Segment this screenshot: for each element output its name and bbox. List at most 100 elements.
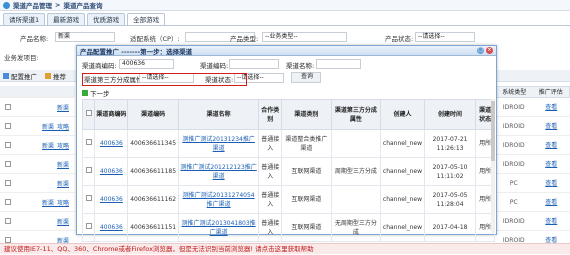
row-checkbox[interactable]: [86, 139, 92, 145]
os-cell: IDROID: [495, 155, 533, 173]
row-link[interactable]: 新渠_攻略: [42, 122, 69, 131]
table-row[interactable]: 400636 400636611345 测推广测试20131234推广渠道 普通…: [83, 130, 495, 158]
creator: channel_new: [381, 130, 425, 158]
row-checkbox[interactable]: [86, 195, 92, 201]
created-time: 2017-05-0511:28:04: [424, 186, 476, 214]
view-link[interactable]: 查看: [533, 193, 570, 211]
row-checkbox[interactable]: [5, 180, 11, 186]
breadcrumb-1[interactable]: 渠道产品管理: [13, 0, 52, 10]
channel-name-link[interactable]: 测推广测试20131234推广渠道: [182, 136, 255, 152]
left-header: [0, 86, 75, 98]
os-label: 适配系统（CP）:: [130, 33, 180, 43]
row-checkbox[interactable]: [86, 167, 92, 173]
table-row[interactable]: 新渠: [0, 174, 75, 193]
table-row: IDROID查看: [495, 155, 570, 174]
product-type-select[interactable]: --业务类型--: [262, 32, 347, 42]
table-row[interactable]: 400636 400636611162 测推广测试20131274054推广渠道…: [83, 186, 495, 214]
tab-4[interactable]: 全部游戏: [127, 13, 165, 25]
row-link[interactable]: 新渠_攻略: [42, 141, 69, 150]
channel-type: 互联网渠道: [282, 186, 332, 214]
channel-id-input[interactable]: 400636: [119, 59, 174, 69]
channel-name-label: 渠道名称:: [286, 60, 314, 70]
tab-2[interactable]: 最新游戏: [47, 13, 85, 25]
channel-id-link[interactable]: 400636: [100, 224, 123, 231]
row-link[interactable]: 新渠: [57, 103, 69, 112]
channel-code: 400636611151: [128, 214, 178, 242]
third-attr: 周期型三方分成: [331, 158, 381, 186]
main-table-right: 系统类型 推广评估 IDROID查看 IDROID查看 IDROID查看 IDR…: [495, 86, 570, 250]
view-link[interactable]: 查看: [533, 155, 570, 173]
creator: channel_new: [381, 186, 425, 214]
home-icon[interactable]: [3, 2, 10, 9]
channel-name-link[interactable]: 测推广测试201304180​3推广渠道: [182, 220, 256, 236]
query-button[interactable]: 查询: [291, 72, 321, 83]
table-row[interactable]: 400636 400636611151 测推广测试201304180​3推广渠道…: [83, 214, 495, 242]
view-link[interactable]: 查看: [533, 136, 570, 154]
product-status-select[interactable]: --请选择--: [415, 32, 475, 42]
channel-name-link[interactable]: 测推广测试20131274054推广渠道: [183, 192, 255, 208]
coop-type: 普通接入: [259, 214, 282, 242]
created-time: 2017-05-1011:11:02: [424, 158, 476, 186]
config-button[interactable]: 配置推广: [3, 71, 37, 81]
table-row[interactable]: 400636 400636611185 测推广测试201212123推广渠道 普…: [83, 158, 495, 186]
channel-id-link[interactable]: 400636: [100, 168, 123, 175]
os-cell: IDROID: [495, 212, 533, 230]
view-link[interactable]: 查看: [533, 174, 570, 192]
vertical-scrollbar[interactable]: [491, 99, 495, 233]
filter-bar: 产品名称: 新渠 适配系统（CP）: 产品类型: --业务类型-- 产品状态: …: [0, 30, 570, 46]
col-header: 合作类别: [259, 100, 282, 130]
row-link[interactable]: 新渠: [57, 179, 69, 188]
browser-warning: 建议使用IE7-11、QQ、360、Chrome或者Firefox浏览器，但是无…: [0, 243, 570, 254]
channel-id-label: 渠道商编码:: [82, 60, 117, 70]
table-row: IDROID查看: [495, 98, 570, 117]
row-link[interactable]: 新渠: [57, 217, 69, 226]
row-checkbox[interactable]: [5, 218, 11, 224]
row-checkbox[interactable]: [5, 123, 11, 129]
row-checkbox[interactable]: [86, 223, 92, 229]
table-row[interactable]: 新渠_攻略: [0, 117, 75, 136]
select-all-checkbox[interactable]: [86, 110, 92, 116]
row-checkbox[interactable]: [5, 142, 11, 148]
view-link[interactable]: 查看: [533, 98, 570, 116]
product-name-label: 产品名称:: [20, 33, 48, 43]
table-row[interactable]: 新渠: [0, 98, 75, 117]
tab-1[interactable]: 请所渠道1: [3, 13, 45, 25]
next-step-button[interactable]: 下一步: [82, 88, 110, 97]
product-status-label: 产品状态:: [385, 33, 413, 43]
close-icon[interactable]: ×: [486, 47, 493, 54]
channel-code: 400636611345: [128, 130, 178, 158]
channel-id-link[interactable]: 400636: [100, 140, 123, 147]
channel-name-input[interactable]: [316, 59, 361, 69]
view-link[interactable]: 查看: [533, 212, 570, 230]
promote-button[interactable]: 推荐: [45, 71, 66, 81]
os-cell: IDROID: [495, 136, 533, 154]
channel-id-link[interactable]: 400636: [100, 196, 123, 203]
view-link[interactable]: 查看: [533, 117, 570, 135]
maximize-icon[interactable]: □: [477, 47, 484, 54]
tab-3[interactable]: 优质游戏: [87, 13, 125, 25]
table-row[interactable]: 新渠_攻略: [0, 193, 75, 212]
third-attr: [331, 186, 381, 214]
biz-project-label: 业务发项目:: [4, 52, 39, 62]
third-attr: 无周期型三方分成: [331, 214, 381, 242]
table-row[interactable]: 新渠: [0, 155, 75, 174]
table-row[interactable]: 新渠: [0, 212, 75, 231]
row-link[interactable]: 新渠: [57, 160, 69, 169]
row-link[interactable]: 新渠_攻略: [42, 198, 69, 207]
coop-type: 普通接入: [259, 158, 282, 186]
col-header: 渠道第三方分成属性: [331, 100, 381, 130]
product-name-input[interactable]: 新渠: [55, 32, 115, 42]
channel-name-link[interactable]: 测推广测试201212123推广渠道: [180, 164, 256, 180]
row-checkbox[interactable]: [5, 161, 11, 167]
scroll-thumb[interactable]: [491, 101, 495, 161]
right-header: 系统类型 推广评估: [495, 86, 570, 98]
channel-table: 渠道商编码 渠道编码 渠道名称 合作类别 渠道类别 渠道第三方分成属性 创建人 …: [82, 99, 495, 242]
promote-icon: [45, 73, 51, 79]
row-checkbox[interactable]: [5, 199, 11, 205]
channel-no-input[interactable]: [229, 59, 279, 69]
table-row: IDROID查看: [495, 212, 570, 231]
channel-type: 渠道整合类推广渠道: [282, 130, 332, 158]
row-checkbox[interactable]: [5, 104, 11, 110]
next-icon: [82, 90, 88, 96]
table-row[interactable]: 新渠_攻略: [0, 136, 75, 155]
